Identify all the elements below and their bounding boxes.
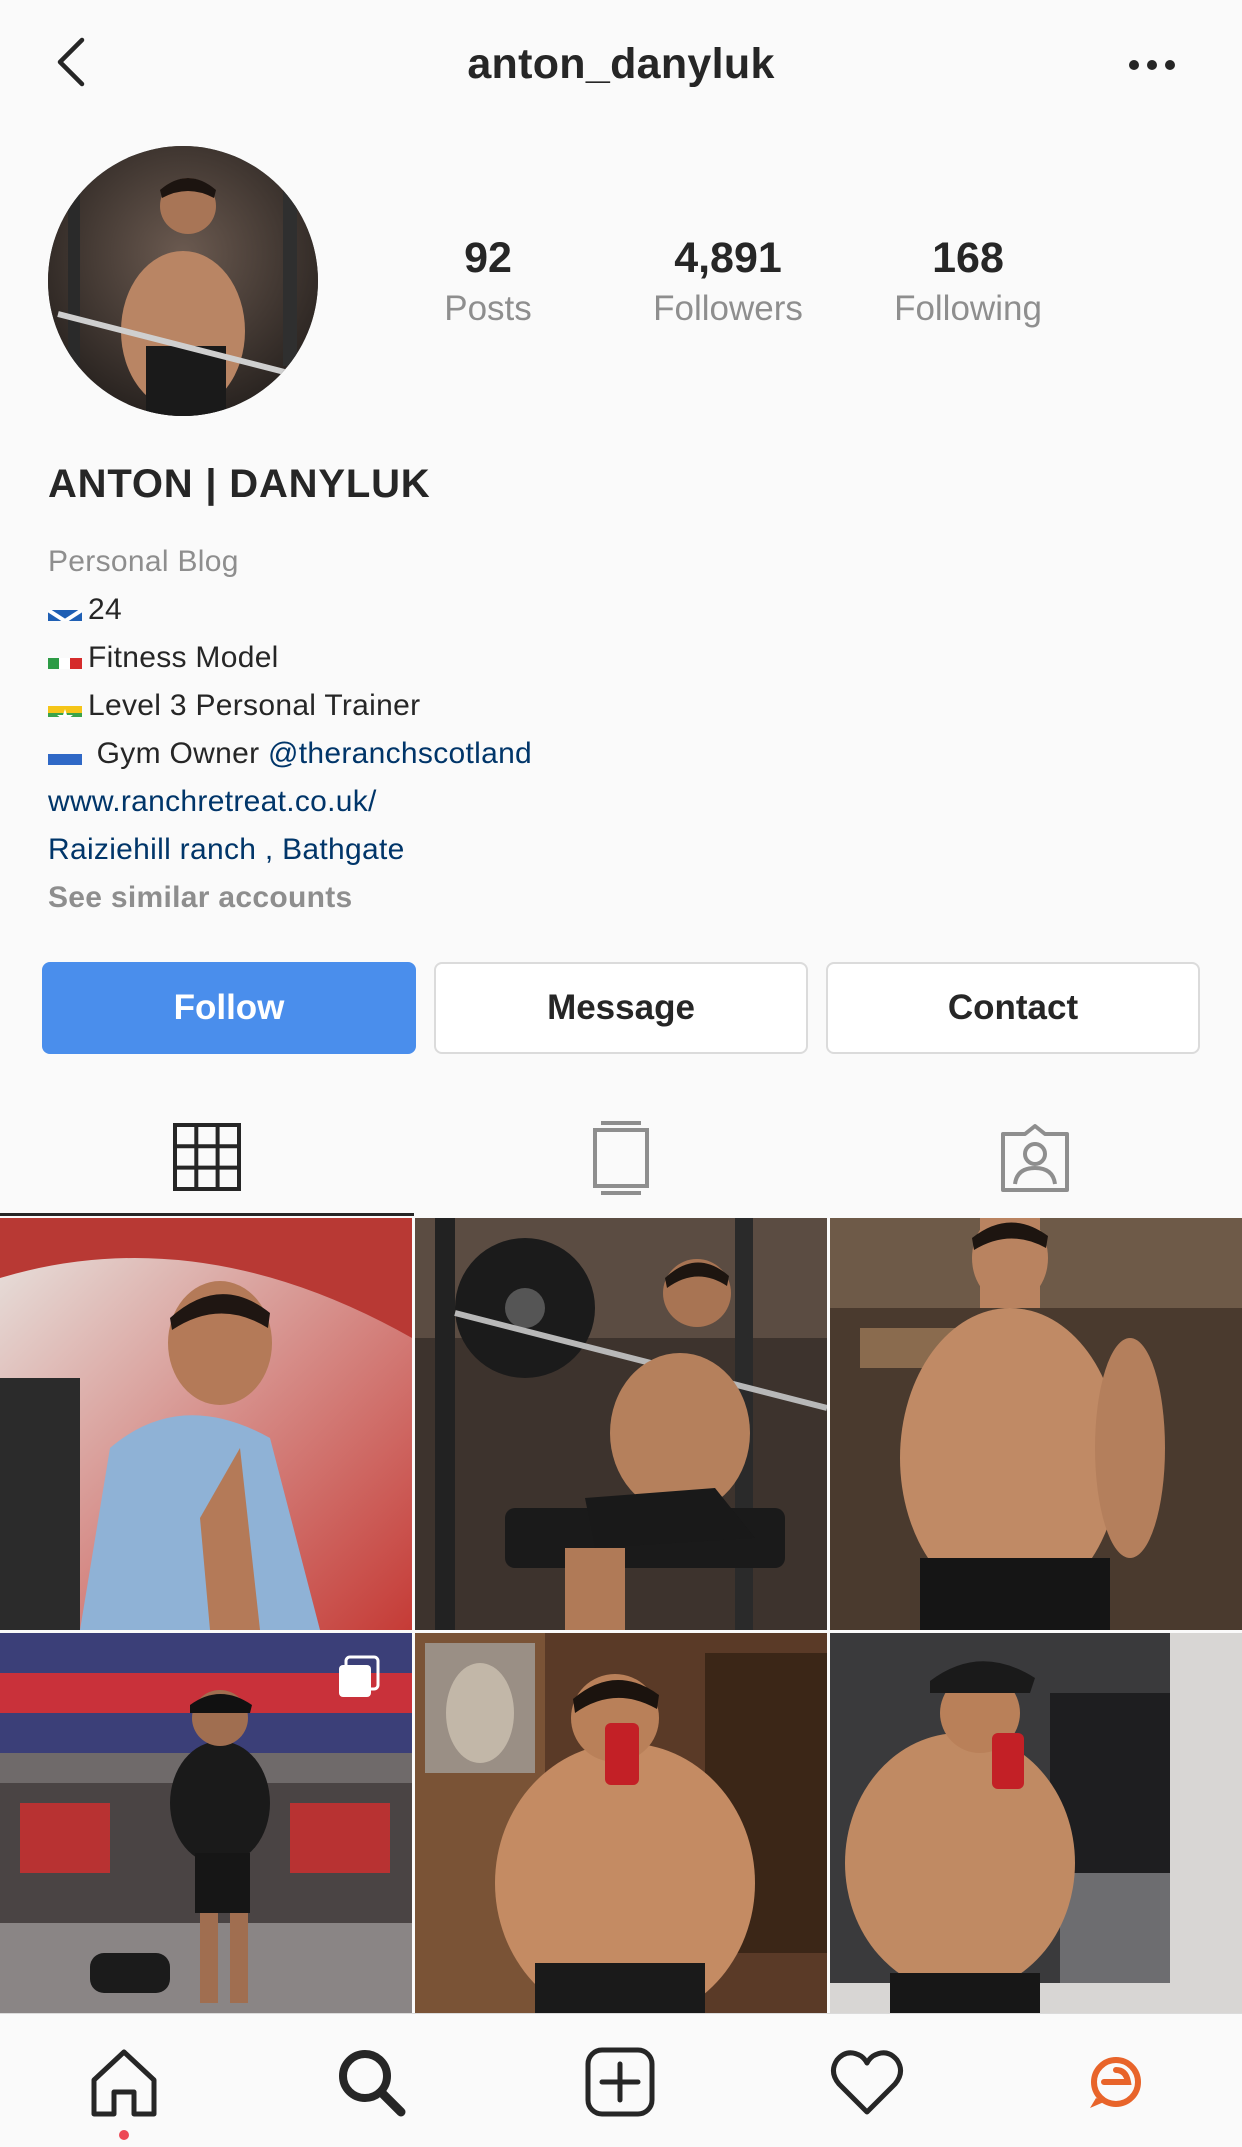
post-thumbnail[interactable] [415, 1633, 827, 2013]
profile-full-name: ANTON | DANYLUK [48, 462, 431, 506]
ukraine-flag-icon [48, 743, 82, 765]
posts-label: Posts [444, 289, 532, 328]
post-thumbnail[interactable] [0, 1218, 412, 1630]
profile-content-tabs [0, 1100, 1242, 1216]
igtv-icon [593, 1121, 649, 1195]
profile-username-title: anton_danyluk [467, 40, 775, 88]
website-link[interactable]: www.ranchretreat.co.uk/ [48, 778, 532, 826]
follow-button[interactable]: Follow [42, 962, 416, 1054]
posts-grid [0, 1218, 1242, 2013]
message-button[interactable]: Message [434, 962, 808, 1054]
bio-line: Gym Owner @theranchscotland [48, 730, 532, 778]
multiple-photos-icon [339, 1655, 380, 1697]
posts-count: 92 [464, 234, 512, 282]
nav-new-post[interactable] [580, 2042, 660, 2122]
profile-category: Personal Blog [48, 545, 239, 578]
nav-search[interactable] [331, 2042, 411, 2122]
tab-tagged[interactable] [828, 1100, 1242, 1216]
following-stat[interactable]: 168 Following [858, 232, 1078, 334]
gym-mention-link[interactable]: @theranchscotland [268, 730, 532, 778]
more-horizontal-icon [1129, 60, 1175, 70]
followers-label: Followers [653, 289, 803, 328]
see-similar-accounts-link[interactable]: See similar accounts [48, 874, 532, 922]
profile-bio: Personal Blog 24 Fitness Model Level 3 P… [48, 538, 532, 922]
post-thumbnail[interactable] [0, 1633, 412, 2013]
bio-line: Level 3 Personal Trainer [48, 682, 532, 730]
tagged-icon [1001, 1124, 1069, 1192]
tab-igtv[interactable] [414, 1100, 828, 1216]
home-icon [91, 2049, 157, 2117]
more-options-button[interactable] [1122, 50, 1182, 80]
followers-stat[interactable]: 4,891 Followers [618, 232, 838, 334]
followers-count: 4,891 [674, 234, 782, 282]
italy-flag-icon [48, 647, 82, 669]
nav-activity[interactable] [827, 2042, 907, 2122]
bio-trainer-text: Level 3 Personal Trainer [88, 689, 421, 722]
new-post-icon [585, 2047, 655, 2117]
following-count: 168 [932, 234, 1004, 282]
home-notification-dot [119, 2130, 129, 2140]
bio-gym-owner-text: Gym Owner [88, 737, 268, 770]
top-navigation-bar: anton_danyluk [0, 0, 1242, 130]
nav-home[interactable] [84, 2042, 164, 2122]
location-link[interactable]: Raiziehill ranch , Bathgate [48, 826, 532, 874]
post-thumbnail[interactable] [830, 1633, 1242, 2013]
post-thumbnail[interactable] [830, 1218, 1242, 1630]
following-label: Following [894, 289, 1042, 328]
bio-line: 24 [48, 586, 532, 634]
contact-button[interactable]: Contact [826, 962, 1200, 1054]
bio-line: Fitness Model [48, 634, 532, 682]
myanmar-flag-icon [48, 695, 82, 717]
scotland-flag-icon [48, 599, 82, 621]
bio-age-text: 24 [88, 593, 122, 626]
activity-heart-icon [831, 2050, 903, 2115]
posts-stat[interactable]: 92 Posts [378, 232, 598, 334]
tab-grid[interactable] [0, 1100, 414, 1216]
bio-occupation-text: Fitness Model [88, 641, 279, 674]
profile-avatar[interactable] [48, 146, 318, 416]
nav-profile[interactable] [1076, 2042, 1156, 2122]
post-thumbnail[interactable] [415, 1218, 827, 1630]
search-icon [339, 2050, 406, 2117]
profile-badge-icon [1090, 2057, 1141, 2108]
grid-icon [173, 1122, 241, 1191]
bottom-tab-bar [0, 2013, 1242, 2147]
